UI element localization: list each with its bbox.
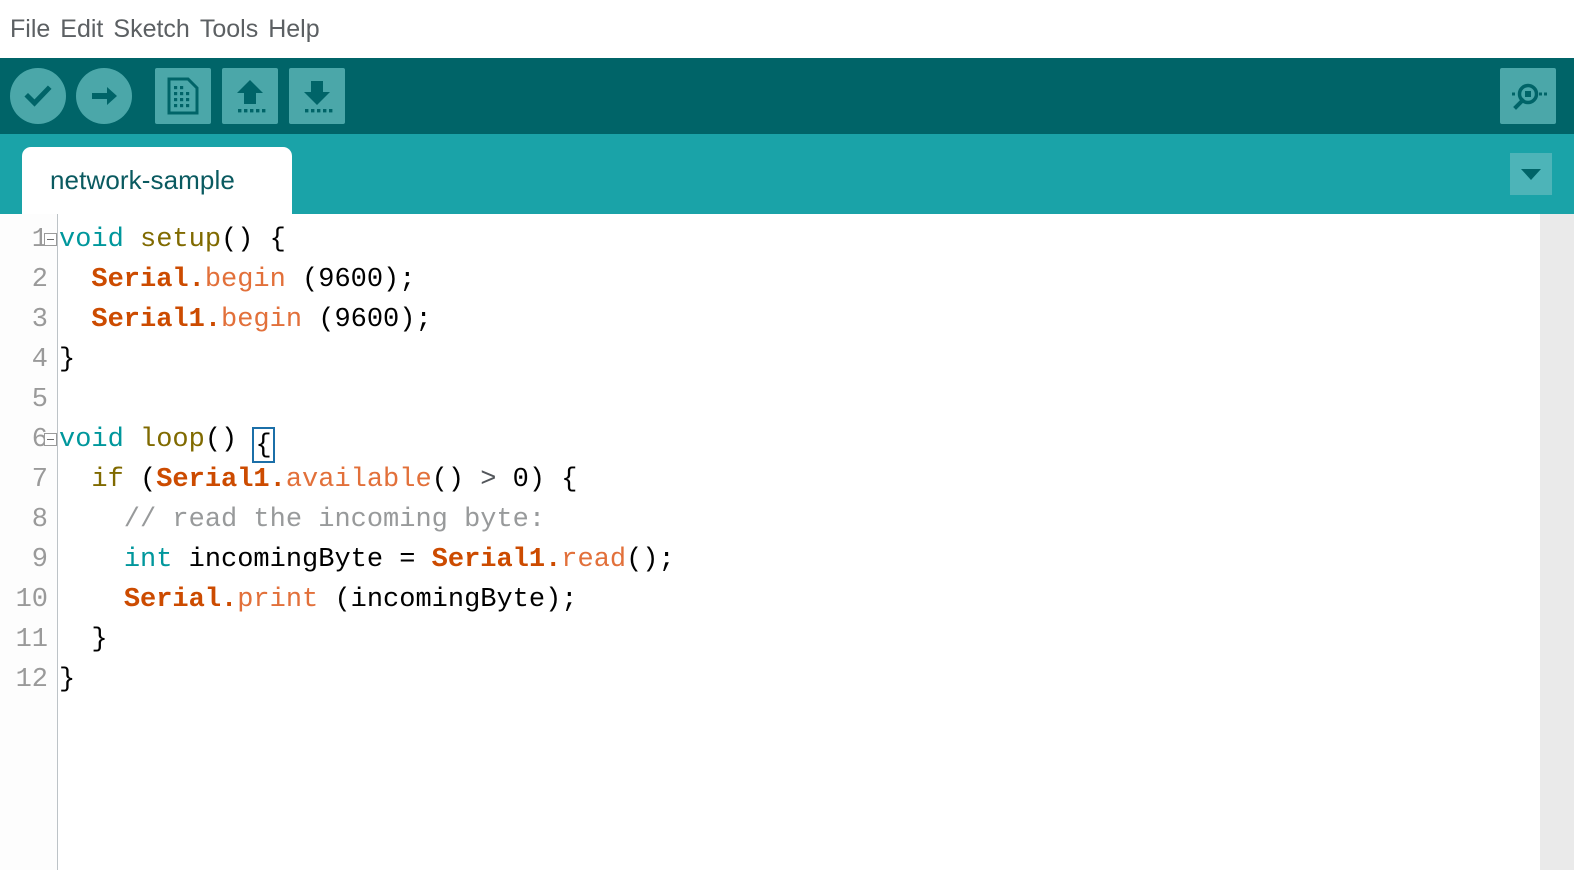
code-token: // read the incoming byte:: [59, 505, 546, 535]
vertical-scrollbar[interactable]: [1540, 214, 1574, 870]
code-token: incomingByte =: [172, 545, 432, 575]
code-token: read: [561, 545, 627, 575]
code-token: (incomingByte);: [318, 585, 578, 615]
menu-item-sketch[interactable]: Sketch: [108, 16, 194, 42]
code-token: setup: [140, 225, 222, 255]
code-token: }: [59, 345, 76, 375]
code-fold-toggle[interactable]: [44, 433, 57, 446]
code-token: int: [123, 545, 173, 575]
code-line[interactable]: void setup() {: [59, 220, 286, 260]
toolbar: [0, 58, 1574, 134]
code-fold-toggle[interactable]: [44, 233, 57, 246]
code-line[interactable]: }: [59, 660, 75, 700]
magnifier-icon: [1512, 83, 1547, 110]
down-arrow-icon: [304, 81, 333, 113]
code-line[interactable]: Serial1.begin (9600);: [59, 300, 432, 340]
code-editor[interactable]: 1 2 3 4 5 6 7 8 9 10 11 12 void setup() { Serial.be…: [0, 214, 1574, 870]
code-token: Serial: [123, 585, 222, 615]
menu-item-tools[interactable]: Tools: [195, 16, 263, 42]
code-line[interactable]: int incomingByte = Serial1.read();: [59, 540, 675, 580]
code-token: Serial1: [156, 465, 270, 495]
code-line[interactable]: Serial.print (incomingByte);: [59, 580, 578, 620]
code-token: (): [204, 425, 254, 455]
code-token: Serial1: [431, 545, 546, 575]
matching-bracket-highlight: {: [252, 427, 275, 463]
arduino-ide-window: File Edit Sketch Tools Help network-samp…: [0, 0, 1574, 870]
code-text-area[interactable]: void setup() { Serial.begin (9600); Seri…: [59, 214, 1540, 870]
tab-network-sample[interactable]: network-sample: [22, 147, 292, 214]
check-icon: [24, 85, 52, 107]
line-number: 7: [31, 465, 48, 495]
code-token: }: [59, 665, 76, 695]
line-number: 3: [31, 305, 48, 335]
save-sketch-button[interactable]: [289, 68, 345, 124]
code-token: available: [285, 465, 432, 495]
code-token: begin: [221, 305, 303, 335]
code-line[interactable]: if (Serial1.available() > 0) {: [59, 460, 578, 500]
code-token: .: [545, 545, 562, 575]
code-token: loop: [140, 425, 205, 455]
code-token: (): [431, 465, 481, 495]
right-arrow-icon: [92, 87, 117, 105]
line-number: 11: [15, 625, 48, 655]
code-token: if: [91, 465, 124, 495]
menu-item-help[interactable]: Help: [263, 16, 324, 42]
code-token: 0) {: [496, 465, 578, 495]
menu-item-edit[interactable]: Edit: [55, 16, 108, 42]
line-number: 9: [31, 545, 48, 575]
line-number: 4: [31, 345, 48, 375]
document-icon: [167, 77, 199, 115]
code-token: Serial1: [91, 305, 205, 335]
up-arrow-icon: [237, 80, 266, 113]
code-token: print: [237, 585, 319, 615]
tab-bar: network-sample: [0, 134, 1574, 214]
menu-item-file[interactable]: File: [5, 16, 55, 42]
code-line[interactable]: Serial.begin (9600);: [59, 260, 415, 300]
code-token: void: [59, 225, 124, 255]
line-number: 12: [15, 665, 48, 695]
code-token: .: [204, 305, 222, 335]
code-token: () {: [221, 225, 286, 255]
code-line[interactable]: }: [59, 340, 75, 380]
serial-monitor-button[interactable]: [1500, 68, 1556, 124]
code-line[interactable]: }: [59, 620, 108, 660]
code-line[interactable]: void loop() {: [59, 420, 275, 463]
code-token: Serial: [91, 265, 189, 295]
line-number-gutter: 1 2 3 4 5 6 7 8 9 10 11 12: [0, 214, 58, 870]
menu-bar: File Edit Sketch Tools Help: [0, 0, 1574, 58]
code-token: begin: [204, 265, 286, 295]
line-number: 2: [31, 265, 48, 295]
code-token: (: [123, 465, 157, 495]
code-token: .: [269, 465, 286, 495]
code-token: .: [221, 585, 238, 615]
line-number: 10: [15, 585, 48, 615]
upload-button[interactable]: [76, 68, 132, 124]
code-token: (9600);: [302, 305, 432, 335]
line-number: 5: [31, 385, 48, 415]
code-token: >: [480, 465, 497, 495]
code-line[interactable]: // read the incoming byte:: [59, 500, 545, 540]
code-token: .: [188, 265, 205, 295]
tab-menu-button[interactable]: [1510, 153, 1552, 195]
open-sketch-button[interactable]: [222, 68, 278, 124]
verify-button[interactable]: [10, 68, 66, 124]
tab-label: network-sample: [50, 165, 235, 195]
code-token: (9600);: [285, 265, 416, 295]
chevron-down-icon: [1521, 169, 1541, 180]
new-sketch-button[interactable]: [155, 68, 211, 124]
code-token: }: [59, 625, 108, 655]
line-number: 6: [31, 425, 48, 455]
code-token: ();: [626, 545, 675, 575]
code-token: void: [59, 425, 124, 455]
line-number: 1: [31, 225, 48, 255]
line-number: 8: [31, 505, 48, 535]
